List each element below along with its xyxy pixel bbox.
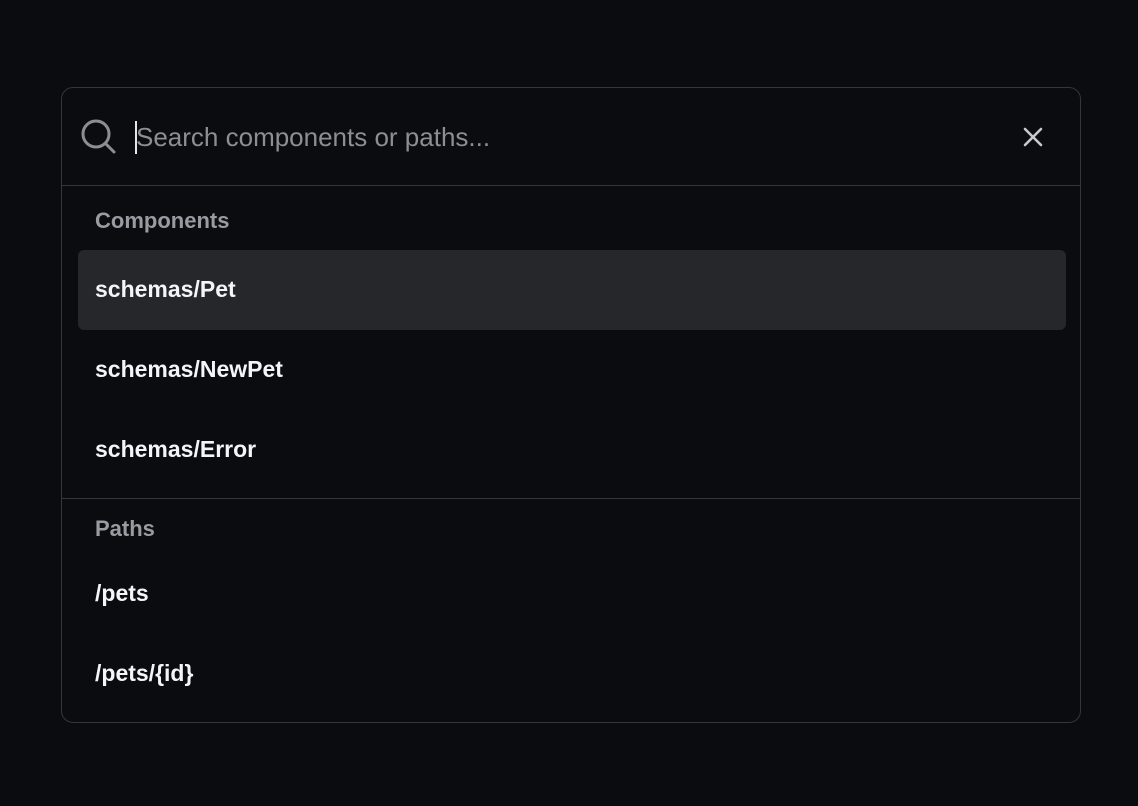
- list-item-label: schemas/Error: [95, 436, 257, 462]
- list-item-schemas-newpet[interactable]: schemas/NewPet: [78, 330, 1066, 410]
- close-icon[interactable]: [1018, 122, 1048, 152]
- list-item-label: schemas/Pet: [95, 276, 236, 302]
- list-item-schemas-error[interactable]: schemas/Error: [78, 410, 1066, 490]
- section-header-components: Components: [95, 208, 230, 233]
- command-palette: Components schemas/Pet schemas/NewPet sc…: [61, 87, 1081, 723]
- list-item-pets[interactable]: /pets: [78, 554, 1066, 634]
- list-item-pets-id[interactable]: /pets/{id}: [78, 634, 1066, 714]
- list-item-label: schemas/NewPet: [95, 356, 283, 382]
- search-icon: [81, 119, 116, 154]
- list-item-schemas-pet[interactable]: schemas/Pet: [78, 250, 1066, 330]
- search-bar: [62, 88, 1080, 186]
- list-item-label: /pets/{id}: [95, 660, 194, 686]
- section-header-paths: Paths: [95, 516, 155, 541]
- search-input[interactable]: [136, 116, 996, 158]
- paths-section: Paths /pets /pets/{id}: [62, 499, 1080, 722]
- text-cursor: [135, 121, 137, 154]
- list-item-label: /pets: [95, 580, 149, 606]
- components-section: Components schemas/Pet schemas/NewPet sc…: [62, 186, 1080, 499]
